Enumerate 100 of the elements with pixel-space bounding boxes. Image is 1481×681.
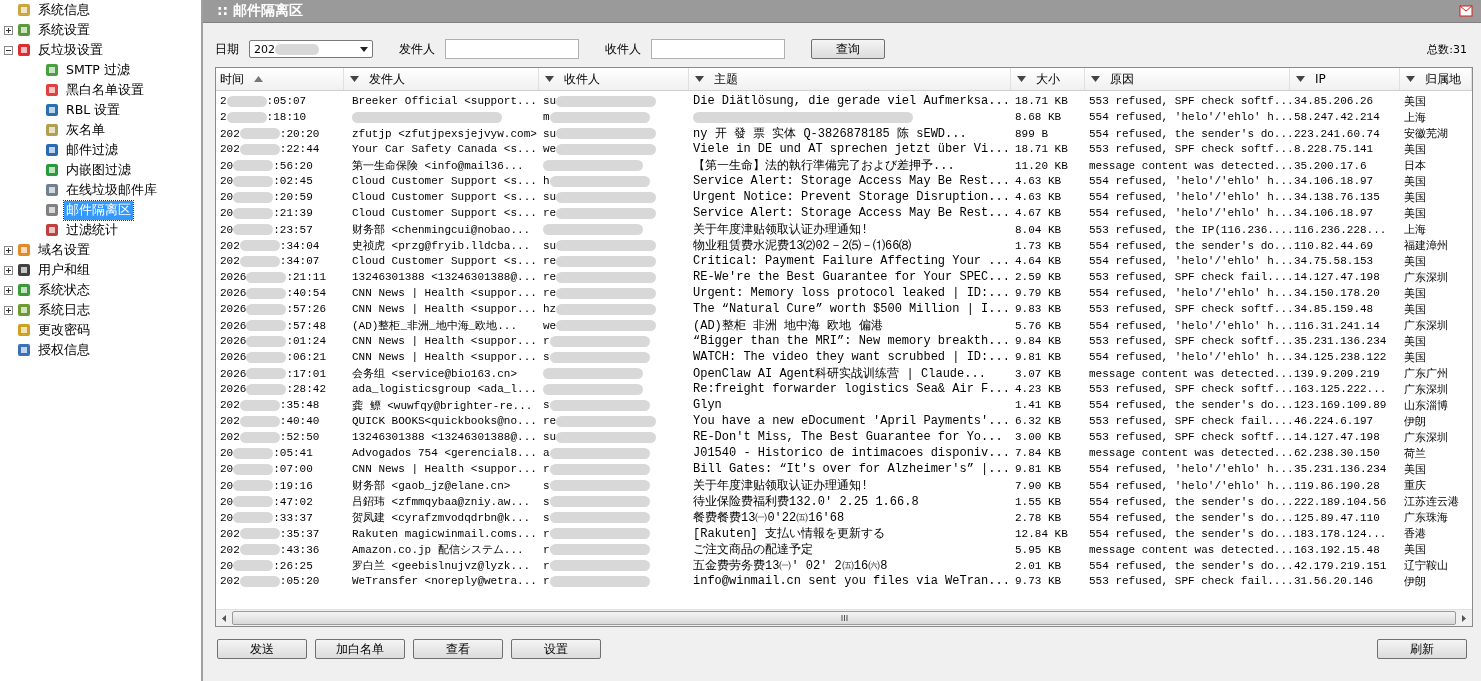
redaction-blur: [239, 528, 280, 539]
table-cell: 35.200.17.6: [1294, 159, 1367, 172]
sender-label: 发件人: [399, 40, 435, 58]
panel-title: :: 邮件隔离区: [217, 2, 304, 20]
recipient-fragment: r: [543, 559, 550, 572]
recipient-fragment: re: [543, 255, 557, 267]
refresh-button[interactable]: 刷新: [1377, 639, 1467, 659]
action-button[interactable]: 发送: [217, 639, 307, 659]
time-fragment: 202: [220, 255, 240, 267]
recipient-fragment: s: [543, 495, 550, 508]
action-button[interactable]: 查看: [413, 639, 503, 659]
table-cell: 554 refused, the sender's do...: [1089, 511, 1294, 524]
column-header[interactable]: 原因: [1110, 70, 1134, 88]
scrollbar-thumb[interactable]: [232, 611, 1456, 625]
mail-icon[interactable]: [1459, 5, 1473, 17]
table-cell-text: 美国: [1404, 94, 1426, 109]
table-cell: CNN News | Health <suppor...: [352, 303, 537, 315]
table-cell: 7.84 KB: [1015, 447, 1062, 459]
expand-toggle[interactable]: [4, 245, 13, 255]
time-fragment: 202: [220, 239, 240, 252]
table-cell: 223.241.60.74: [1294, 127, 1380, 140]
sender-field[interactable]: [445, 39, 579, 59]
dropdown-caret-icon: [350, 76, 359, 82]
document-icon: [16, 242, 32, 258]
expand-toggle[interactable]: [4, 305, 13, 315]
document-icon: [16, 22, 32, 38]
table-cell: 7.90 KB: [1015, 479, 1062, 492]
time-fragment: :05:20: [279, 575, 320, 587]
table-cell: 12.84 KB: [1015, 527, 1068, 540]
scroll-right-arrow-icon[interactable]: [1462, 614, 1466, 622]
column-header[interactable]: 发件人: [369, 70, 405, 88]
column-header[interactable]: 时间: [220, 70, 244, 88]
action-button[interactable]: 加白名单: [315, 639, 405, 659]
table-cell: 183.178.124...: [1294, 527, 1387, 540]
tree-item[interactable]: 系统信息: [36, 0, 92, 20]
tree-item[interactable]: 在线垃圾邮件库: [64, 180, 159, 200]
column-header[interactable]: IP: [1315, 72, 1326, 86]
table-cell: 125.89.47.110: [1294, 511, 1380, 524]
table-cell-text: 广东深圳: [1404, 270, 1448, 285]
query-button[interactable]: 查询: [811, 39, 885, 59]
table-cell: 34.106.18.97: [1294, 175, 1374, 187]
tree-item[interactable]: 过滤统计: [64, 220, 120, 240]
table-cell: 18.71 KB: [1015, 95, 1068, 107]
dropdown-caret-icon: [1017, 76, 1026, 82]
expand-toggle[interactable]: [4, 265, 13, 275]
tree-item[interactable]: 灰名单: [64, 120, 107, 140]
expand-toggle[interactable]: [4, 285, 13, 295]
dropdown-caret-icon: [1406, 76, 1415, 82]
column-header[interactable]: 大小: [1036, 70, 1060, 88]
redaction-blur: [233, 207, 274, 219]
time-fragment: :34:04: [279, 239, 320, 252]
recipient-fragment: re: [543, 287, 557, 299]
tree-item[interactable]: RBL 设置: [64, 100, 123, 120]
tree-item[interactable]: 授权信息: [36, 340, 92, 360]
table-cell: “Bigger than the MRI”: New memory breakth...: [693, 334, 1010, 348]
tree-item[interactable]: 系统状态: [36, 280, 92, 300]
table-cell: 58.247.42.214: [1294, 111, 1380, 123]
redaction-blur: [246, 335, 287, 347]
redaction-blur: [246, 368, 287, 379]
table-cell-text: 财务部 <chenmingcui@nobao...: [352, 223, 531, 237]
table-cell: 2.01 KB: [1015, 559, 1062, 572]
column-header[interactable]: 主题: [714, 70, 738, 88]
table-cell-text: (AD)整柜_非洲_地中海_欧地...: [352, 319, 517, 333]
dropdown-caret-icon: [545, 76, 554, 82]
recipient-fragment: r: [543, 527, 550, 540]
table-cell-text: 关于年度津贴领取认证办理通知!: [693, 478, 869, 494]
expand-toggle[interactable]: [4, 25, 13, 35]
plus-icon: [5, 286, 12, 294]
table-cell: 554 refused, the sender's do...: [1089, 127, 1294, 140]
time-fragment: 202: [220, 575, 240, 587]
time-fragment: :57:26: [286, 303, 326, 315]
column-header[interactable]: 收件人: [564, 70, 600, 88]
table-cell: Service Alert: Storage Access May Be Rest...: [693, 174, 1010, 188]
date-select[interactable]: 202: [249, 40, 373, 58]
tree-item[interactable]: 黑白名单设置: [64, 80, 146, 100]
time-fragment: :19:16: [273, 479, 313, 492]
tree-item[interactable]: 系统日志: [36, 300, 92, 320]
table-cell: 34.106.18.97: [1294, 207, 1374, 219]
tree-item[interactable]: 用户和组: [36, 260, 92, 280]
dropdown-caret-icon: [695, 76, 704, 82]
date-label: 日期: [215, 40, 239, 58]
tree-item[interactable]: 邮件过滤: [64, 140, 120, 160]
expand-toggle[interactable]: [4, 45, 13, 55]
table-cell: 554 refused, 'helo'/'ehlo' h...: [1089, 479, 1294, 492]
tree-item[interactable]: 更改密码: [36, 320, 92, 340]
table-cell-text: 关于年度津贴领取认证办理通知!: [693, 222, 869, 238]
tree-item[interactable]: 域名设置: [36, 240, 92, 260]
time-fragment: 2026: [220, 335, 247, 347]
table-cell: CNN News | Health <suppor...: [352, 287, 537, 299]
recipient-fragment: re: [543, 271, 557, 283]
tree-item[interactable]: 内嵌图过滤: [64, 160, 133, 180]
scroll-left-arrow-icon[interactable]: [222, 614, 226, 622]
redaction-blur: [233, 480, 274, 491]
recipient-field[interactable]: [651, 39, 785, 59]
action-button[interactable]: 设置: [511, 639, 601, 659]
column-header[interactable]: 归属地: [1425, 70, 1461, 88]
tree-item[interactable]: 系统设置: [36, 20, 92, 40]
table-cell: Glyn: [693, 398, 722, 412]
tree-item[interactable]: 反垃圾设置: [36, 40, 105, 60]
tree-item[interactable]: SMTP 过滤: [64, 60, 132, 80]
